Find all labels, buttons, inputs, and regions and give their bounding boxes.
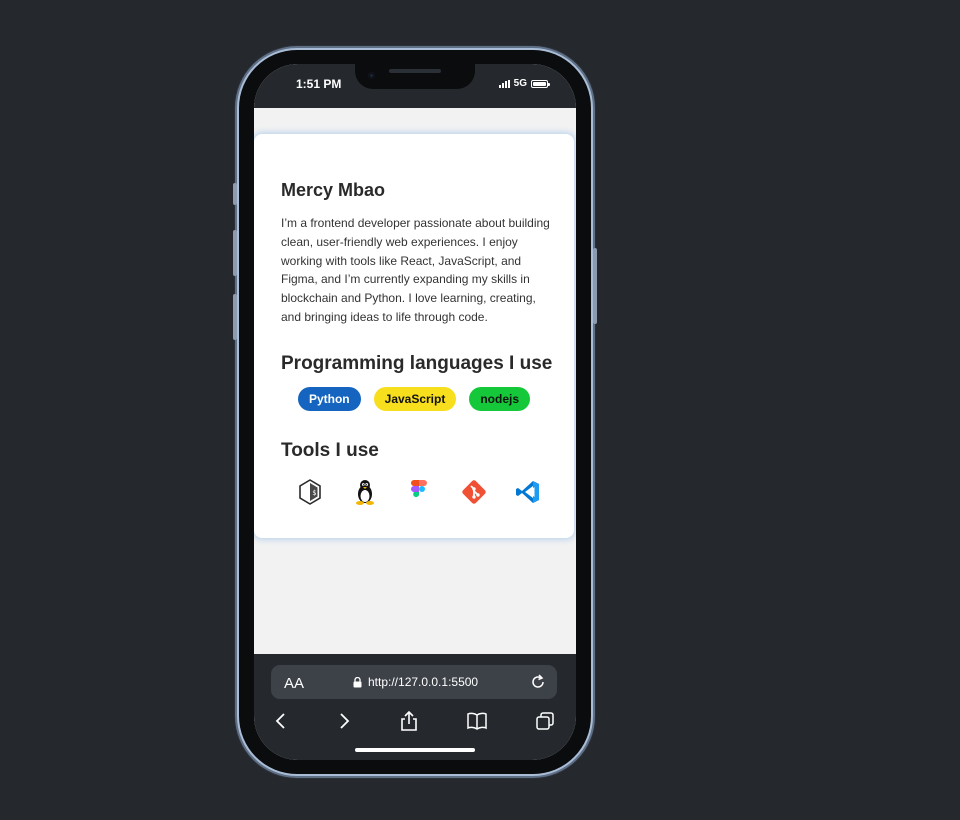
battery-icon bbox=[531, 79, 550, 88]
back-icon[interactable] bbox=[270, 710, 292, 732]
browser-toolbar: AA http://127.0.0.1:5500 bbox=[254, 654, 576, 760]
address-bar[interactable]: AA http://127.0.0.1:5500 bbox=[271, 665, 557, 699]
forward-icon[interactable] bbox=[333, 710, 355, 732]
profile-bio: I’m a frontend developer passionate abou… bbox=[281, 216, 550, 324]
bookmarks-icon[interactable] bbox=[466, 710, 488, 732]
lock-icon bbox=[353, 676, 362, 687]
reload-icon[interactable] bbox=[529, 673, 547, 691]
speaker bbox=[389, 69, 441, 73]
phone-frame: 1:51 PM 5G Mercy Mbao I’m a frontend dev… bbox=[233, 50, 597, 774]
status-time: 1:51 PM bbox=[296, 77, 342, 91]
figma-icon bbox=[411, 480, 427, 498]
nodejs-badge: nodejs bbox=[469, 387, 531, 411]
profile-card: Mercy Mbao I’m a frontend developer pass… bbox=[254, 134, 574, 538]
languages-heading: Programming languages I use bbox=[281, 353, 553, 374]
text-size-button[interactable]: AA bbox=[284, 675, 304, 692]
url-text: http://127.0.0.1:5500 bbox=[368, 675, 479, 689]
bash-icon: $ bbox=[299, 479, 321, 505]
profile-name: Mercy Mbao bbox=[281, 180, 386, 200]
url-display[interactable]: http://127.0.0.1:5500 bbox=[353, 675, 478, 689]
status-bar: 1:51 PM 5G bbox=[254, 64, 576, 108]
tools-list: $ bbox=[296, 478, 542, 506]
power-button bbox=[593, 248, 597, 324]
network-label: 5G bbox=[513, 78, 527, 89]
phone-screen: 1:51 PM 5G Mercy Mbao I’m a frontend dev… bbox=[254, 64, 576, 760]
python-badge: Python bbox=[297, 387, 361, 411]
volume-up-button bbox=[233, 230, 237, 276]
signal-icon bbox=[498, 79, 510, 88]
javascript-badge: JavaScript bbox=[373, 387, 457, 411]
browser-nav bbox=[254, 710, 576, 734]
git-icon bbox=[461, 480, 486, 504]
home-indicator[interactable] bbox=[355, 748, 475, 752]
vscode-icon bbox=[516, 481, 539, 503]
linux-icon bbox=[355, 480, 374, 505]
status-indicators: 5G bbox=[498, 78, 550, 89]
svg-text:$: $ bbox=[312, 489, 316, 497]
tools-heading: Tools I use bbox=[281, 440, 379, 461]
language-badges: Python JavaScript nodejs bbox=[254, 387, 574, 411]
silent-switch bbox=[233, 183, 237, 205]
front-camera bbox=[368, 72, 375, 79]
tabs-icon[interactable] bbox=[534, 710, 556, 732]
share-icon[interactable] bbox=[398, 710, 420, 732]
volume-down-button bbox=[233, 294, 237, 340]
